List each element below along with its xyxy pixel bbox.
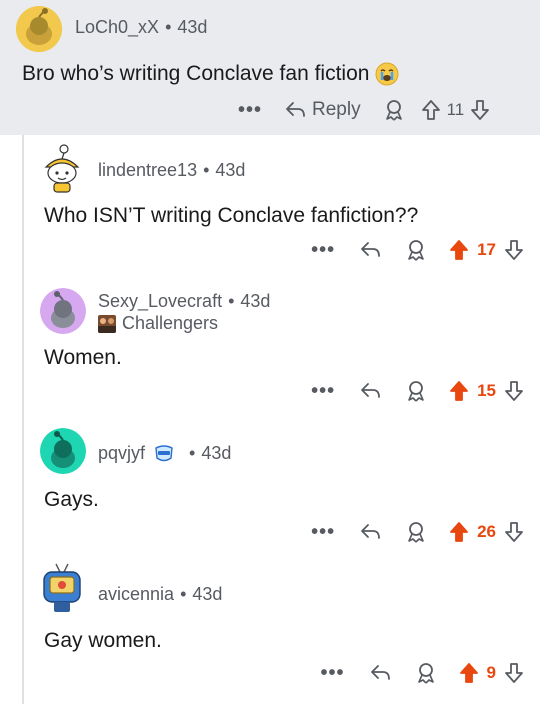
downvote-button[interactable]: [504, 380, 524, 402]
reply-actions: ••• 26: [288, 518, 524, 546]
vote-count: 9: [486, 663, 496, 682]
upvote-icon: [421, 100, 440, 120]
reply-actions: ••• 17: [288, 236, 524, 264]
downvote-icon: [471, 100, 490, 120]
reply-arrow-icon: [370, 665, 390, 680]
avatar-pqvjyf[interactable]: [40, 428, 86, 474]
username[interactable]: lindentree13: [98, 160, 197, 181]
username[interactable]: LoCh0_xX: [75, 17, 159, 38]
username[interactable]: pqvjyf: [98, 443, 145, 464]
award-icon: [408, 240, 424, 261]
more-icon[interactable]: •••: [311, 381, 335, 401]
award-button[interactable]: [405, 521, 427, 543]
vote-count: 11: [446, 100, 465, 119]
more-icon[interactable]: •••: [238, 100, 262, 120]
username[interactable]: avicennia: [98, 584, 174, 605]
separator-dot: •: [165, 17, 172, 37]
comment-body: Gay women.: [44, 629, 162, 652]
award-button[interactable]: [383, 99, 405, 121]
downvote-icon: [505, 381, 523, 401]
vote-count: 15: [477, 381, 496, 400]
reply-actions: ••• 9: [288, 659, 524, 687]
timestamp: 43d: [192, 584, 223, 604]
comment-body: Bro who’s writing Conclave fan fiction: [22, 62, 399, 86]
award-icon: [408, 522, 424, 543]
reply-button[interactable]: [359, 522, 381, 542]
upvote-button[interactable]: [421, 99, 441, 121]
reply-button[interactable]: [359, 381, 381, 401]
timestamp: 43d: [215, 160, 246, 180]
username[interactable]: Sexy_Lovecraft: [98, 291, 222, 312]
comment-body: Women.: [44, 346, 122, 369]
more-icon[interactable]: •••: [311, 240, 335, 260]
timestamp: 43d: [177, 17, 208, 37]
comment-body: Who ISN’T writing Conclave fanfiction??: [44, 204, 419, 227]
top-comment-actions: ••• Reply 11: [238, 96, 490, 124]
reply-meta: lindentree13 • 43d: [98, 160, 245, 181]
flair-icon: [153, 444, 175, 464]
reply-arrow-icon: [361, 242, 380, 257]
timestamp: 43d: [240, 291, 271, 311]
separator-dot: •: [228, 291, 235, 311]
separator-dot: •: [189, 443, 196, 463]
crying-emoji-icon: [375, 62, 399, 86]
upvote-button[interactable]: [449, 380, 469, 402]
more-icon[interactable]: •••: [311, 522, 335, 542]
reply-meta: pqvjyf • 43d: [98, 443, 231, 464]
snoo-avatar-icon: [43, 563, 81, 612]
award-button[interactable]: [405, 239, 427, 261]
upvote-icon: [450, 381, 468, 401]
downvote-icon: [505, 663, 523, 683]
downvote-button[interactable]: [504, 662, 524, 684]
snoo-avatar-icon: [40, 288, 86, 334]
thread-line: [22, 135, 24, 704]
avatar-sexy-lovecraft[interactable]: [40, 288, 86, 334]
comment-text: Bro who’s writing Conclave fan fiction: [22, 62, 370, 85]
top-comment-meta: LoCh0_xX • 43d: [75, 17, 207, 38]
timestamp: 43d: [201, 443, 232, 463]
reply-button[interactable]: [359, 240, 381, 260]
separator-dot: •: [203, 160, 210, 180]
downvote-button[interactable]: [470, 99, 490, 121]
upvote-button[interactable]: [449, 239, 469, 261]
award-icon: [417, 663, 434, 684]
reply-meta: Sexy_Lovecraft • 43d: [98, 291, 270, 312]
reply-label: Reply: [312, 99, 361, 120]
comment-body: Gays.: [44, 488, 99, 511]
avatar-avicennia[interactable]: [38, 562, 86, 614]
award-button[interactable]: [405, 380, 427, 402]
avatar-locho[interactable]: [16, 6, 62, 52]
reply-arrow-icon: [361, 383, 380, 398]
upvote-icon: [459, 663, 478, 683]
award-icon: [385, 100, 402, 121]
flair-text: Challengers: [122, 313, 219, 333]
upvote-icon: [450, 522, 468, 542]
reply-arrow-icon: [286, 102, 305, 117]
separator-dot: •: [180, 584, 187, 604]
downvote-icon: [505, 522, 523, 542]
vote-count: 17: [477, 240, 496, 259]
flair-icon: [98, 314, 116, 333]
downvote-button[interactable]: [504, 521, 524, 543]
upvote-button[interactable]: [459, 662, 479, 684]
snoo-avatar-icon: [40, 428, 86, 474]
avatar-lindentree13[interactable]: [38, 143, 86, 193]
downvote-icon: [505, 240, 523, 260]
reply-arrow-icon: [361, 524, 380, 539]
vote-count: 26: [477, 522, 496, 541]
snoo-avatar-icon: [44, 144, 80, 193]
snoo-avatar-icon: [16, 6, 62, 52]
reply-meta: avicennia • 43d: [98, 584, 222, 605]
reply-button[interactable]: [369, 663, 391, 683]
reply-button[interactable]: Reply: [284, 99, 361, 121]
reply-actions: ••• 15: [288, 377, 524, 405]
upvote-icon: [450, 240, 468, 260]
more-icon[interactable]: •••: [321, 663, 345, 683]
upvote-button[interactable]: [449, 521, 469, 543]
award-button[interactable]: [415, 662, 437, 684]
award-icon: [408, 381, 424, 402]
downvote-button[interactable]: [504, 239, 524, 261]
user-flair: Challengers: [98, 313, 218, 334]
